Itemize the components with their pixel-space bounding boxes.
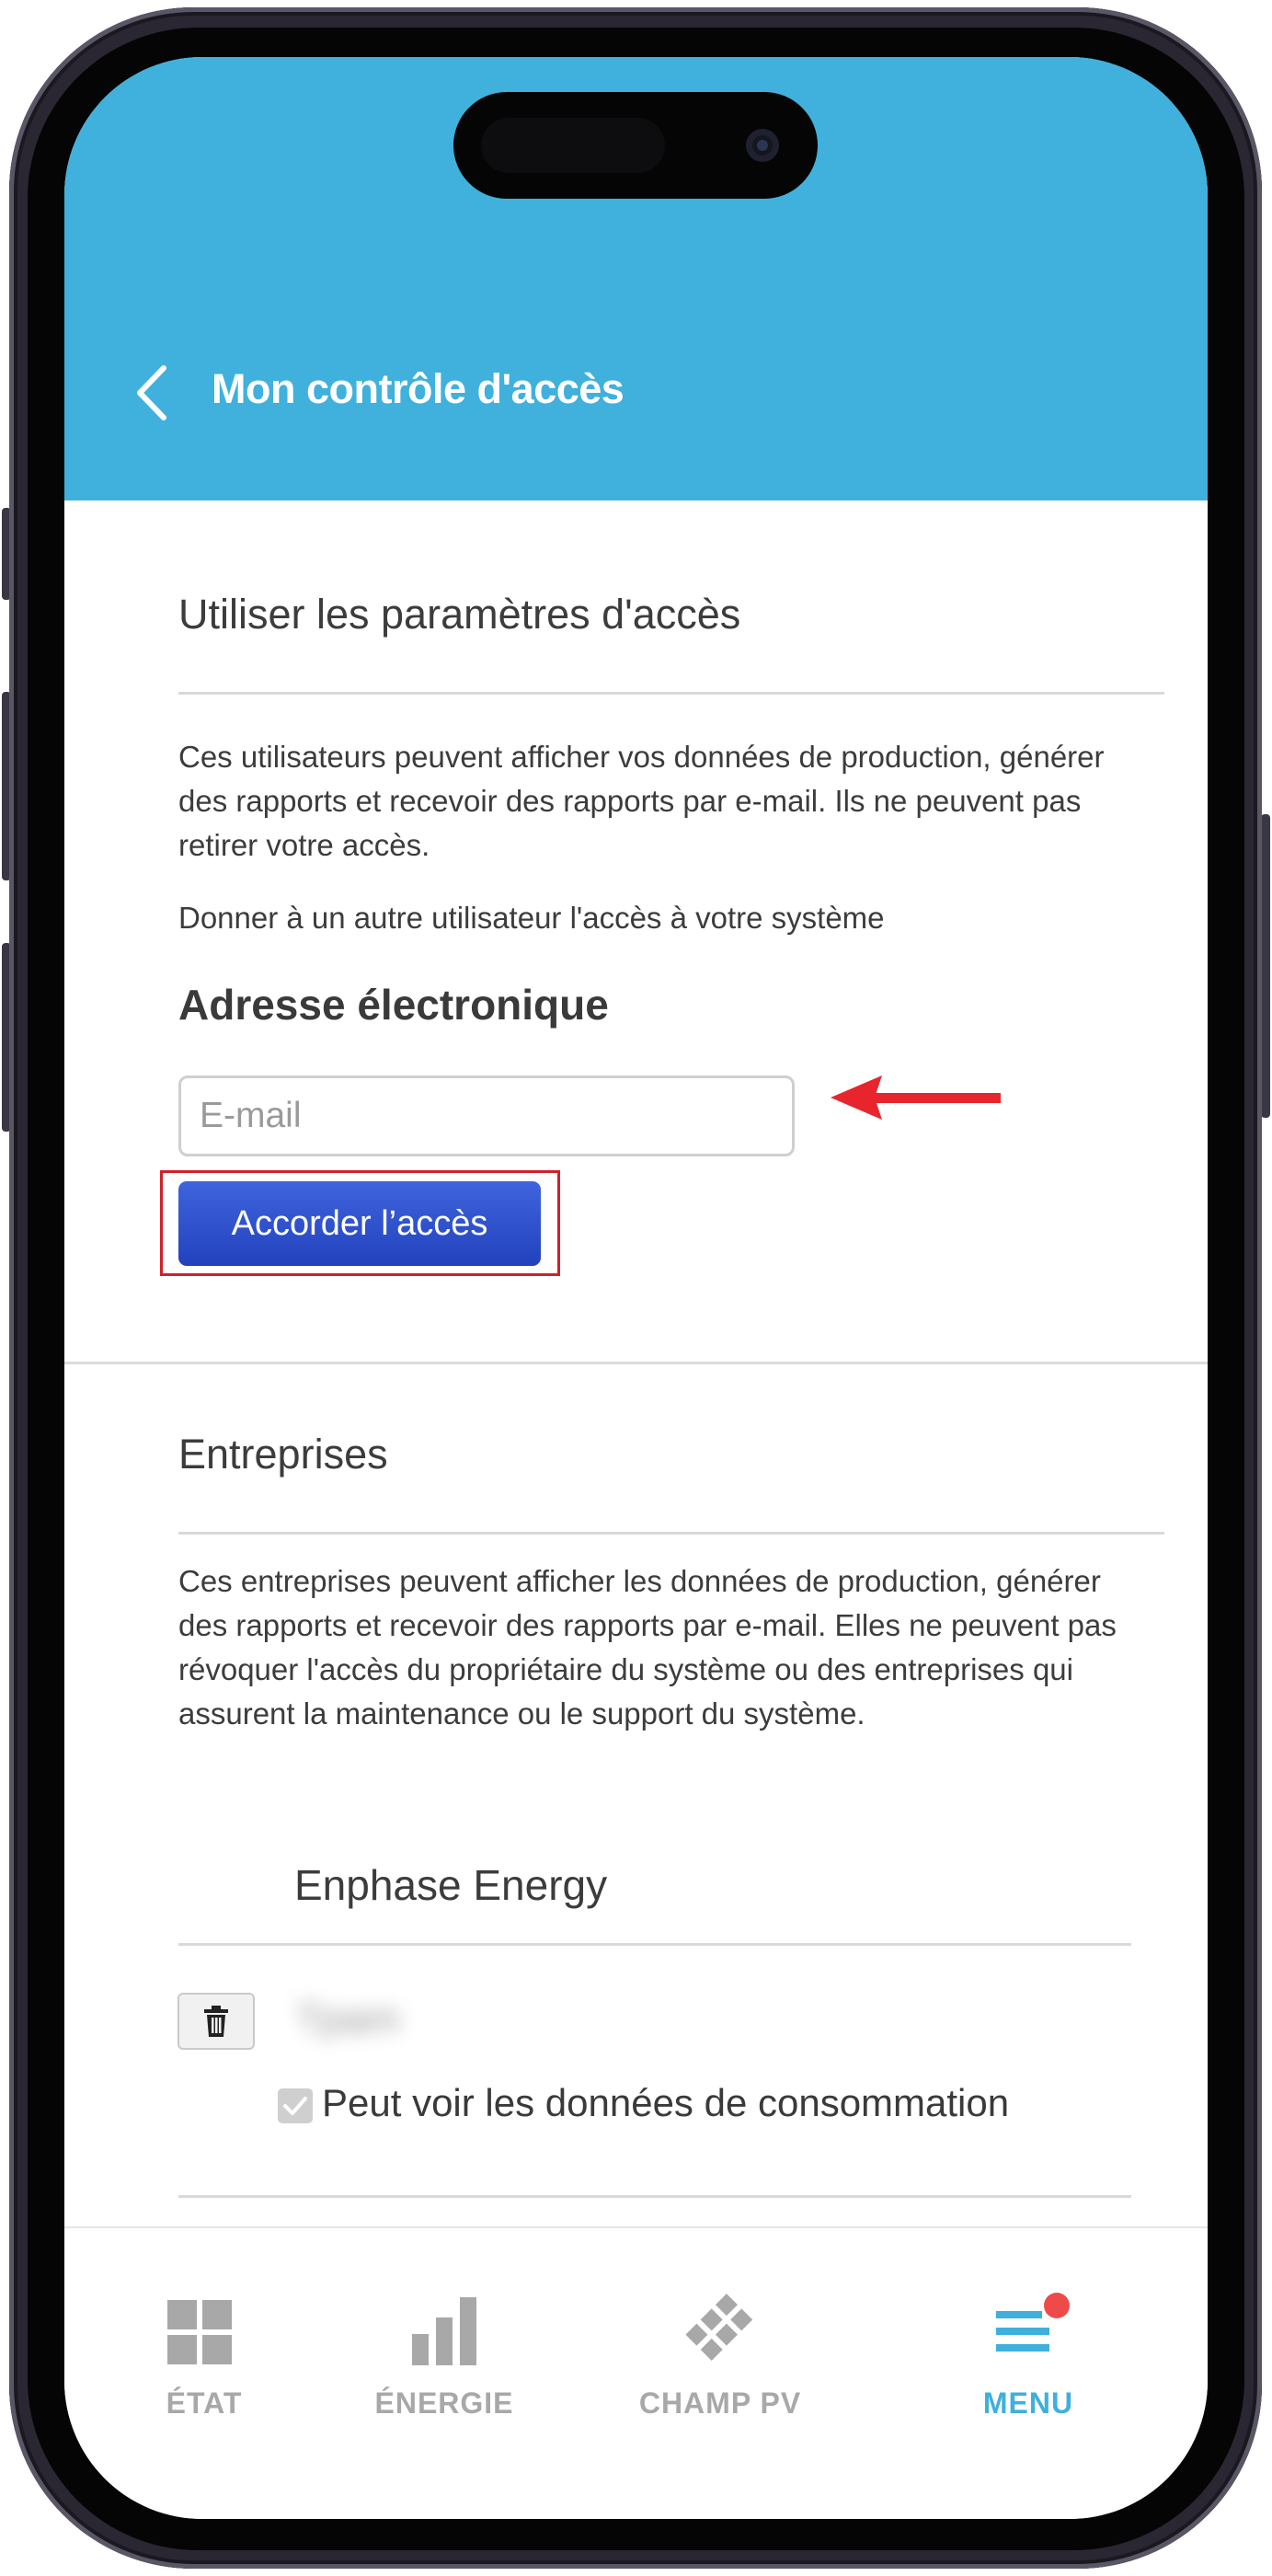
email-field[interactable] — [178, 1075, 795, 1156]
delete-member-button[interactable] — [178, 1993, 255, 2050]
user-access-section-title: Utiliser les paramètres d'accès — [178, 591, 741, 638]
power-button — [1261, 814, 1270, 1118]
company-name: Enphase Energy — [294, 1861, 608, 1909]
checkmark-icon — [283, 2097, 307, 2115]
trash-icon — [204, 2006, 228, 2037]
consumption-permission-label: Peut voir les données de consommation — [322, 2081, 1010, 2124]
chevron-left-icon — [137, 365, 166, 420]
bar-chart-icon — [412, 2297, 476, 2365]
tab-champ-pv[interactable]: CHAMP PV — [619, 2228, 821, 2420]
company-divider — [178, 1943, 1131, 1946]
app-screen: Mon contrôle d'accès Utiliser les paramè… — [64, 57, 1208, 2519]
section-divider — [178, 692, 1164, 695]
back-button[interactable] — [129, 361, 175, 425]
consumption-permission-checkbox[interactable] — [278, 2088, 313, 2123]
tab-champ-pv-label: CHAMP PV — [638, 2386, 802, 2420]
give-access-text: Donner à un autre utilisateur l'accès à … — [178, 901, 885, 935]
island-sensor — [481, 118, 665, 173]
tab-etat-label: ÉTAT — [166, 2386, 243, 2420]
tab-energie-label: ÉNERGIE — [374, 2386, 514, 2420]
user-access-description: Ces utilisateurs peuvent afficher vos do… — [178, 740, 1105, 862]
grant-access-button[interactable]: Accorder l’accès — [178, 1181, 541, 1266]
app-header: Mon contrôle d'accès — [64, 57, 1208, 500]
section-separator — [64, 1362, 1208, 1364]
tab-energie[interactable]: ÉNERGIE — [352, 2228, 536, 2420]
solar-panel-icon — [685, 2294, 753, 2361]
section-divider — [178, 1532, 1164, 1535]
page-title: Mon contrôle d'accès — [212, 365, 625, 412]
front-camera-icon — [746, 129, 779, 162]
tab-etat[interactable]: ÉTAT — [131, 2228, 278, 2420]
company-divider — [178, 2195, 1131, 2198]
dynamic-island — [453, 92, 818, 199]
notification-dot — [1044, 2293, 1070, 2318]
email-field-label: Adresse électronique — [178, 981, 609, 1029]
annotation-arrow-icon — [831, 1075, 1001, 1120]
companies-description: Ces entreprises peuvent afficher les don… — [178, 1564, 1117, 1731]
grid-icon — [167, 2300, 232, 2364]
bottom-tab-bar: ÉTAT ÉNERGIE CHAMP PV MENU — [64, 2228, 1208, 2519]
member-name-redacted: Tpam — [296, 1996, 400, 2041]
tab-menu[interactable]: MENU — [945, 2228, 1111, 2420]
tab-menu-label: MENU — [982, 2386, 1074, 2420]
companies-section-title: Entreprises — [178, 1431, 388, 1478]
menu-icon — [996, 2293, 1070, 2352]
